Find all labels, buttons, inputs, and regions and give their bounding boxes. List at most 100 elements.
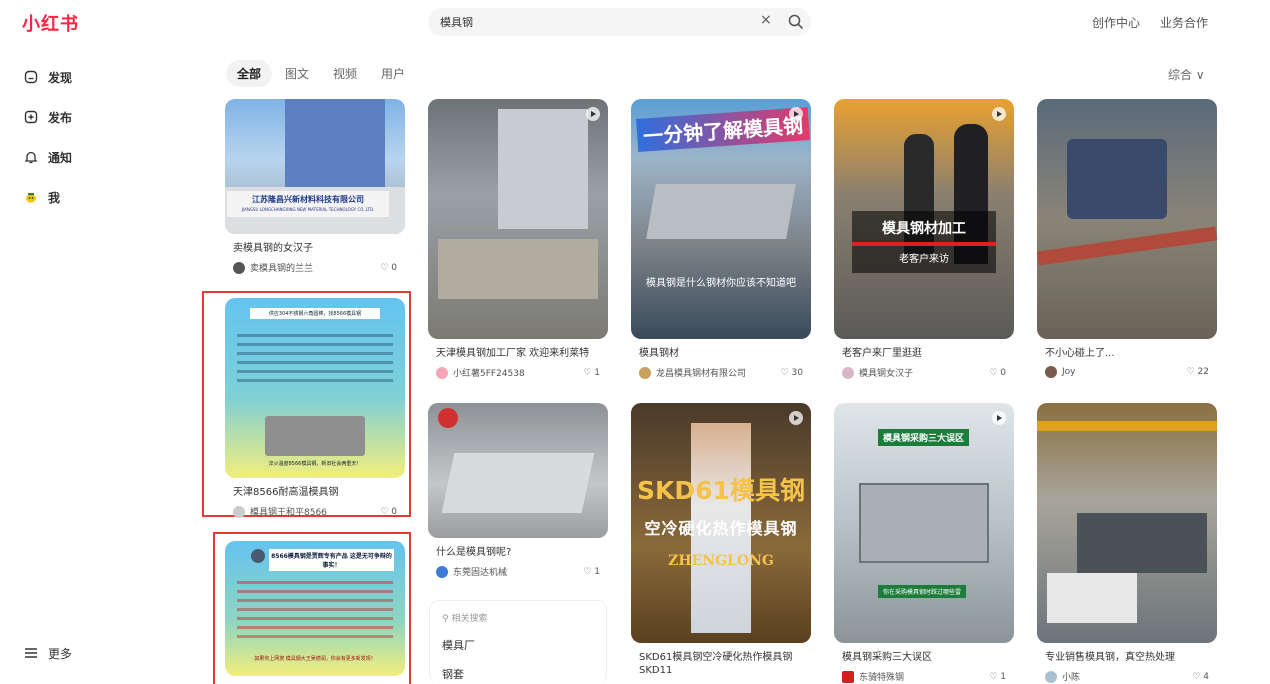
note-image[interactable] [1037, 403, 1217, 643]
avatar[interactable] [1045, 366, 1057, 378]
creator-center-link[interactable]: 创作中心 [1092, 14, 1140, 31]
app-logo[interactable]: 小红书 [22, 10, 79, 36]
note-card[interactable]: SKD61模具钢 空冷硬化热作模具钢 ZHENGLONG SKD61模具钢空冷硬… [631, 403, 811, 677]
note-card[interactable]: 模具钢材加工 老客户来访 老客户来厂里逛逛 模具钢女汉子 ♡ 0 [834, 99, 1014, 379]
note-author[interactable]: 卖模具钢的兰兰 [250, 261, 313, 274]
note-card[interactable]: 江苏隆昌兴新材料科技有限公司 JIANGSU LONGCHANGXING NEW… [225, 99, 405, 274]
like-count: 0 [391, 262, 397, 273]
note-title[interactable]: 模具钢采购三大误区 [842, 651, 1014, 664]
like-count: 1 [594, 566, 600, 577]
avatar[interactable] [436, 366, 448, 379]
avatar[interactable] [436, 565, 448, 578]
note-author[interactable]: 小红薯5FF24538 [453, 366, 525, 379]
tab-users[interactable]: 用户 [370, 60, 416, 87]
note-title[interactable]: 什么是模具钢呢? [436, 546, 608, 559]
avatar[interactable] [842, 366, 854, 379]
heart-icon[interactable]: ♡ [1192, 672, 1200, 682]
tab-video[interactable]: 视频 [322, 60, 368, 87]
like-count: 1 [1000, 671, 1006, 682]
note-image[interactable]: 8566模具钢是贾辉专有产品 这是无可争辩的事实！ 如果你上网搜 模具钢大王吴德… [225, 541, 405, 676]
sidebar-item-label: 发布 [48, 110, 73, 125]
note-author[interactable]: 龙昌模具钢材有限公司 [656, 366, 746, 379]
search-bar[interactable]: 模具钢 × [428, 8, 811, 36]
search-input[interactable]: 模具钢 [440, 14, 473, 30]
note-card[interactable]: 天津模具钢加工厂家 欢迎来利莱特 小红薯5FF24538 ♡ 1 [428, 99, 608, 379]
note-card[interactable]: 什么是模具钢呢? 东莞固达机械 ♡ 1 [428, 403, 608, 578]
sidebar-more[interactable]: 更多 [22, 644, 72, 662]
avatar-photo [251, 549, 265, 563]
heart-icon[interactable]: ♡ [781, 368, 789, 378]
sidebar-item-discover[interactable]: 发现 [22, 68, 72, 86]
like-count: 4 [1203, 671, 1209, 682]
menu-icon [22, 644, 40, 662]
sidebar-item-me[interactable]: 我 [22, 188, 60, 206]
text-block [237, 328, 393, 398]
related-item[interactable]: 钢套 [442, 666, 606, 682]
heart-icon[interactable]: ♡ [989, 368, 997, 378]
heart-icon[interactable]: ♡ [380, 263, 388, 273]
note-image[interactable] [428, 403, 608, 538]
avatar[interactable] [233, 505, 245, 518]
note-card[interactable]: 模具钢采购三大误区 你在采购模具钢时踩过哪些雷 模具钢采购三大误区 东骑特殊钢 … [834, 403, 1014, 683]
steel-plate [441, 453, 595, 513]
tab-image-text[interactable]: 图文 [274, 60, 320, 87]
note-image[interactable]: 模具钢材加工 老客户来访 [834, 99, 1014, 339]
steel-photo [265, 416, 365, 456]
note-author[interactable]: 模具钢王和平8566 [250, 505, 327, 518]
note-image[interactable] [1037, 99, 1217, 339]
note-title[interactable]: 天津模具钢加工厂家 欢迎来利莱特 [436, 347, 608, 360]
search-icon[interactable] [786, 12, 806, 32]
heart-icon[interactable]: ♡ [380, 507, 388, 517]
machine-shape [1067, 139, 1167, 219]
text-block [237, 575, 393, 644]
play-icon [789, 107, 803, 121]
note-card[interactable]: 8566模具钢是贾辉专有产品 这是无可争辩的事实！ 如果你上网搜 模具钢大王吴德… [225, 541, 405, 676]
heart-icon[interactable]: ♡ [583, 567, 591, 577]
sidebar-item-label: 发现 [48, 70, 73, 85]
heart-icon[interactable]: ♡ [989, 672, 997, 682]
note-title[interactable]: 卖模具钢的女汉子 [233, 242, 405, 255]
sidebar-item-publish[interactable]: 发布 [22, 108, 72, 126]
steel-block [646, 184, 796, 239]
avatar[interactable] [639, 366, 651, 379]
note-author[interactable]: 模具钢女汉子 [859, 366, 913, 379]
heart-icon[interactable]: ♡ [583, 368, 591, 378]
note-card[interactable]: 一分钟了解模具钢 模具钢是什么钢材你应该不知道吧 模具钢材 龙昌模具钢材有限公司… [631, 99, 811, 379]
note-title[interactable]: 老客户来厂里逛逛 [842, 347, 1014, 360]
avatar[interactable] [1045, 670, 1057, 683]
sidebar-item-notifications[interactable]: 通知 [22, 148, 72, 166]
avatar[interactable] [842, 670, 854, 683]
note-author[interactable]: 东骑特殊钢 [859, 670, 904, 683]
machine-button [438, 408, 458, 428]
tab-all[interactable]: 全部 [226, 60, 273, 87]
company-sign: 江苏隆昌兴新材料科技有限公司 JIANGSU LONGCHANGXING NEW… [227, 191, 389, 217]
note-author[interactable]: 小陈 [1062, 670, 1080, 683]
note-image[interactable]: 供应304不锈钢六角圆棒，找8566模具钢 淬火温度8566模具钢，新旧社会两重… [225, 298, 405, 478]
note-card[interactable]: 不小心碰上了... Joy ♡ 22 [1037, 99, 1217, 378]
note-card[interactable]: 供应304不锈钢六角圆棒，找8566模具钢 淬火温度8566模具钢，新旧社会两重… [225, 298, 405, 518]
building-shape [285, 99, 385, 189]
like-count: 30 [791, 367, 803, 378]
related-item[interactable]: 模具厂 [442, 637, 606, 653]
sidebar-more-label: 更多 [48, 646, 73, 661]
note-title[interactable]: 天津8566耐高温模具钢 [233, 486, 405, 499]
avatar[interactable] [233, 261, 245, 274]
note-image[interactable]: SKD61模具钢 空冷硬化热作模具钢 ZHENGLONG [631, 403, 811, 643]
note-title[interactable]: 专业销售模具钢，真空热处理 [1045, 651, 1217, 664]
note-title[interactable]: SKD61模具钢空冷硬化热作模具钢SKD11 [639, 651, 811, 677]
clear-icon[interactable]: × [760, 12, 772, 28]
note-author[interactable]: 东莞固达机械 [453, 565, 507, 578]
note-image[interactable]: 江苏隆昌兴新材料科技有限公司 JIANGSU LONGCHANGXING NEW… [225, 99, 405, 234]
business-link[interactable]: 业务合作 [1160, 14, 1208, 31]
sort-dropdown[interactable]: 综合 ∨ [1168, 66, 1205, 83]
note-title[interactable]: 不小心碰上了... [1045, 347, 1217, 360]
note-image[interactable]: 模具钢采购三大误区 你在采购模具钢时踩过哪些雷 [834, 403, 1014, 643]
note-title[interactable]: 模具钢材 [639, 347, 811, 360]
heart-icon[interactable]: ♡ [1187, 367, 1195, 377]
machine-shape [859, 483, 989, 563]
note-author[interactable]: Joy [1062, 367, 1076, 377]
me-icon [22, 188, 40, 206]
note-image[interactable]: 一分钟了解模具钢 模具钢是什么钢材你应该不知道吧 [631, 99, 811, 339]
note-image[interactable] [428, 99, 608, 339]
note-card[interactable]: 专业销售模具钢，真空热处理 小陈 ♡ 4 [1037, 403, 1217, 683]
